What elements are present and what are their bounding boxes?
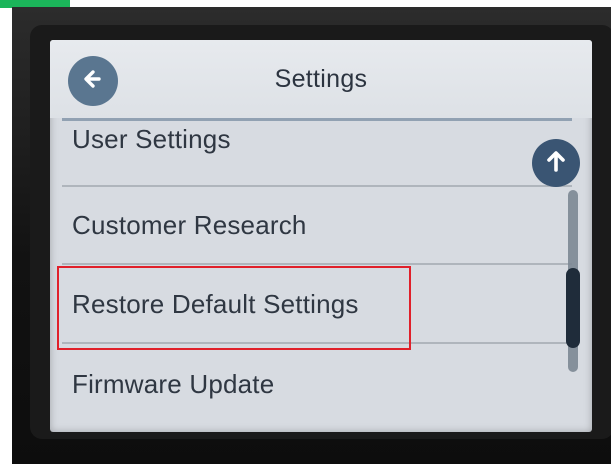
scroll-up-button[interactable] — [532, 139, 580, 187]
row-divider — [62, 185, 572, 187]
menu-item-user-settings[interactable]: User Settings — [50, 118, 570, 185]
screen-header: Settings — [50, 40, 592, 118]
menu-item-restore-default-settings[interactable]: Restore Default Settings — [50, 264, 570, 344]
menu-item-label: User Settings — [72, 124, 231, 154]
menu-item-label: Firmware Update — [72, 368, 275, 399]
menu-item-label: Customer Research — [72, 209, 307, 240]
menu-item-firmware-update[interactable]: Firmware Update — [50, 344, 570, 424]
scrollbar-thumb[interactable] — [566, 268, 580, 348]
arrow-up-icon — [541, 146, 571, 181]
lcd-screen: Settings User Settings Customer Research… — [50, 40, 592, 432]
menu-item-label: Restore Default Settings — [72, 288, 359, 319]
settings-menu-list: User Settings Customer Research Restore … — [50, 118, 592, 432]
back-arrow-icon — [77, 63, 109, 100]
back-button[interactable] — [68, 56, 118, 106]
row-divider — [62, 263, 572, 265]
menu-item-customer-research[interactable]: Customer Research — [50, 185, 570, 265]
page-title: Settings — [274, 64, 368, 93]
row-divider — [62, 342, 572, 344]
